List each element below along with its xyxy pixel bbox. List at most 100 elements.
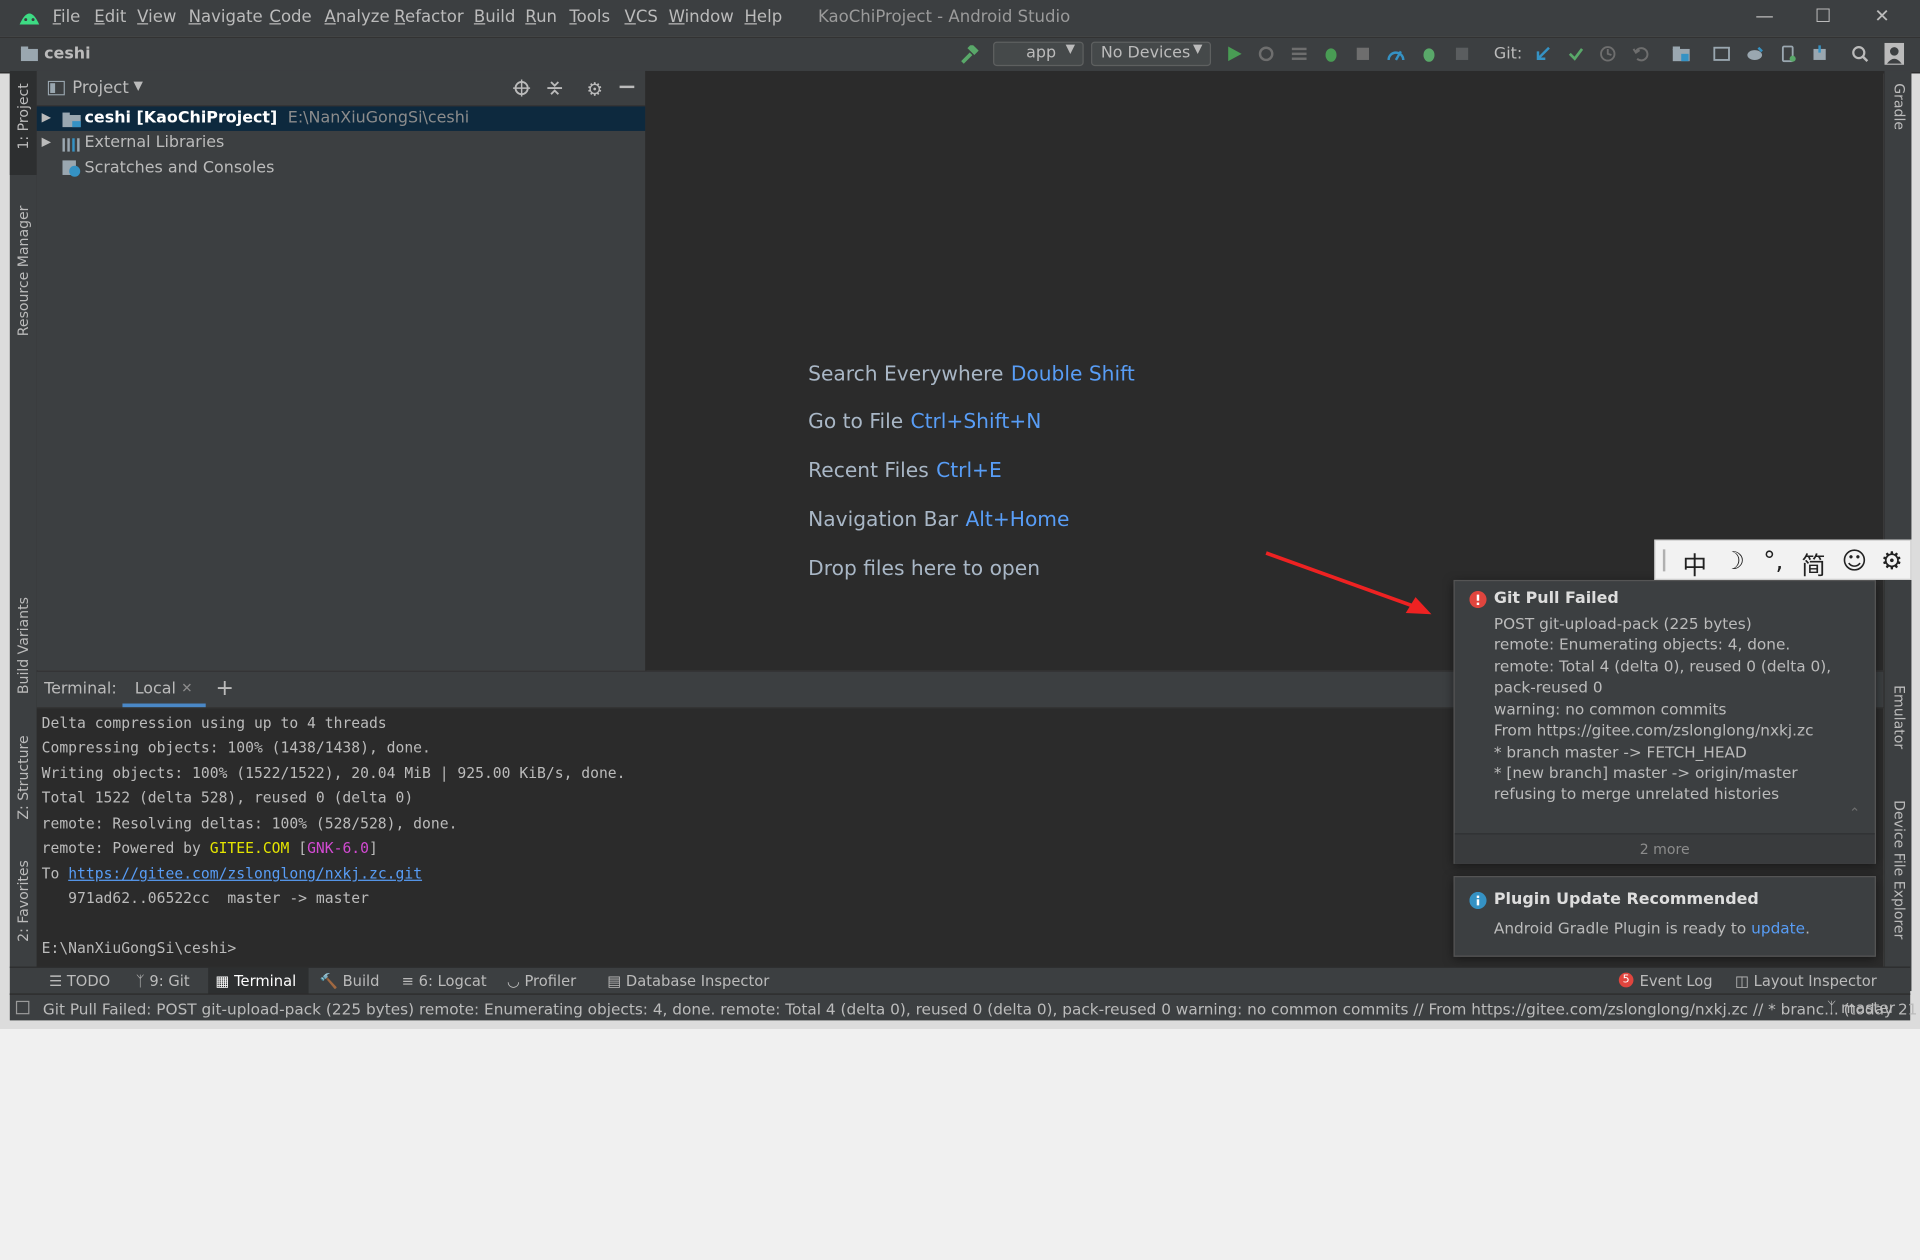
device-manager-icon[interactable] bbox=[1779, 45, 1796, 63]
tool-event-log[interactable]: Event Log bbox=[1640, 973, 1713, 990]
collapse-all-icon[interactable] bbox=[546, 80, 563, 102]
menu-build[interactable]: Build bbox=[474, 7, 516, 27]
more-label: 2 more bbox=[1639, 840, 1690, 858]
menu-navigate[interactable]: Navigate bbox=[189, 7, 263, 27]
more-notifications-bar[interactable]: 2 more bbox=[1454, 833, 1875, 864]
close-icon[interactable]: ✕ bbox=[1858, 5, 1907, 32]
collapse-up-icon[interactable]: ⌃ bbox=[1849, 805, 1860, 821]
terminal-line-to: To https://gitee.com/zslonglong/nxkj.zc.… bbox=[42, 865, 422, 882]
tab-structure[interactable]: Z: Structure bbox=[15, 735, 32, 819]
tab-gradle[interactable]: Gradle bbox=[1891, 83, 1908, 130]
status-message[interactable]: Git Pull Failed: POST git-upload-pack (2… bbox=[43, 1000, 1918, 1018]
tab-device-file-explorer[interactable]: Device File Explorer bbox=[1891, 800, 1908, 939]
tool-layout-inspector[interactable]: ◫ Layout Inspector bbox=[1735, 973, 1877, 990]
menu-edit[interactable]: Edit bbox=[94, 7, 126, 27]
tool-database-inspector[interactable]: ▤ Database Inspector bbox=[607, 973, 769, 990]
expand-arrow-icon[interactable]: ▶ bbox=[42, 131, 51, 155]
toggle-tool-windows-icon[interactable] bbox=[15, 1000, 30, 1015]
update-link[interactable]: update bbox=[1751, 919, 1805, 937]
hide-panel-icon[interactable] bbox=[619, 85, 635, 89]
add-terminal-icon[interactable]: + bbox=[216, 675, 234, 701]
account-icon[interactable] bbox=[1884, 42, 1905, 65]
stop-icon[interactable] bbox=[1453, 45, 1470, 62]
ime-moon-icon[interactable]: ☽ bbox=[1723, 546, 1745, 575]
terminal-line: Writing objects: 100% (1522/1522), 20.04… bbox=[41, 764, 626, 782]
breadcrumb[interactable]: ceshi bbox=[44, 45, 91, 63]
hammer-icon[interactable] bbox=[960, 43, 979, 64]
ime-settings-icon[interactable]: ⚙ bbox=[1881, 546, 1903, 575]
terminal-label: Terminal: bbox=[44, 680, 117, 699]
debug-icon[interactable] bbox=[1322, 45, 1339, 62]
tab-favorites[interactable]: 2: Favorites bbox=[15, 860, 32, 942]
attach-debugger-icon[interactable] bbox=[1354, 45, 1371, 62]
tab-resource-manager[interactable]: Resource Manager bbox=[15, 206, 32, 337]
minimize-icon[interactable]: — bbox=[1740, 5, 1789, 32]
debug-bug-icon[interactable] bbox=[1420, 45, 1437, 62]
search-icon[interactable] bbox=[1851, 45, 1869, 63]
terminal-prompt[interactable]: E:\NanXiuGongSi\ceshi> bbox=[42, 940, 237, 957]
terminal-tab-local[interactable]: Local ✕ bbox=[122, 672, 206, 708]
device-value: No Devices bbox=[1100, 44, 1191, 63]
notification-text: . bbox=[1805, 918, 1810, 938]
avd-manager-icon[interactable] bbox=[1713, 45, 1730, 62]
git-commit-icon[interactable] bbox=[1567, 45, 1584, 62]
git-branch-widget[interactable]: ᛉ master bbox=[1827, 998, 1895, 1016]
project-structure-icon[interactable] bbox=[1672, 45, 1690, 62]
ime-punctuation-toggle[interactable]: °, bbox=[1763, 546, 1783, 575]
tool-profiler[interactable]: ◡ Profiler bbox=[507, 973, 576, 990]
menu-view[interactable]: View bbox=[137, 7, 176, 27]
branch-icon: ᛉ bbox=[1826, 998, 1842, 1017]
tool-terminal[interactable]: ▦ Terminal bbox=[216, 973, 297, 990]
sdk-manager-icon[interactable] bbox=[1811, 45, 1828, 62]
close-tab-icon[interactable]: ✕ bbox=[181, 680, 192, 696]
menu-window[interactable]: Window bbox=[669, 7, 734, 27]
tool-logcat[interactable]: ≡ 6: Logcat bbox=[402, 973, 487, 990]
git-update-icon[interactable] bbox=[1534, 45, 1551, 62]
tree-row-project[interactable]: ▶ ceshi [KaoChiProject] E:\NanXiuGongSi\… bbox=[36, 106, 646, 131]
menu-tools[interactable]: Tools bbox=[569, 7, 610, 27]
tab-emulator[interactable]: Emulator bbox=[1891, 685, 1908, 749]
terminal-url-link[interactable]: https://gitee.com/zslonglong/nxkj.zc.git bbox=[68, 865, 422, 882]
device-select[interactable]: No Devices ▼ bbox=[1091, 41, 1212, 67]
notification-line: warning: no common commits bbox=[1493, 699, 1727, 719]
tree-row-external-libraries[interactable]: ▶ External Libraries bbox=[37, 131, 646, 155]
menu-vcs[interactable]: VCS bbox=[624, 7, 657, 27]
rerun-icon[interactable] bbox=[1258, 45, 1275, 62]
menu-run[interactable]: Run bbox=[525, 7, 557, 27]
git-rollback-icon[interactable] bbox=[1632, 45, 1649, 62]
tool-git[interactable]: ᛉ 9: Git bbox=[136, 973, 190, 990]
ime-emoji-icon[interactable]: ☺ bbox=[1842, 546, 1868, 575]
menu-refactor[interactable]: Refactor bbox=[394, 7, 463, 27]
profile-icon[interactable] bbox=[1387, 45, 1405, 62]
sync-gradle-icon[interactable] bbox=[1746, 45, 1763, 62]
maximize-icon[interactable]: ☐ bbox=[1799, 5, 1848, 32]
menu-code[interactable]: Code bbox=[269, 7, 311, 27]
chevron-down-icon[interactable]: ▼ bbox=[133, 80, 142, 93]
locate-icon[interactable] bbox=[513, 79, 531, 102]
ime-drag-handle[interactable] bbox=[1662, 549, 1666, 572]
git-history-icon[interactable] bbox=[1599, 45, 1616, 62]
run-icon[interactable] bbox=[1226, 45, 1243, 62]
tree-row-scratches[interactable]: Scratches and Consoles bbox=[37, 157, 646, 181]
ime-simplified-toggle[interactable]: 简 bbox=[1801, 546, 1825, 581]
tool-todo[interactable]: ☰ TODO bbox=[49, 973, 110, 990]
tool-label: 9: Git bbox=[149, 972, 190, 990]
tab-project[interactable]: 1: Project bbox=[15, 83, 32, 149]
ime-chinese-toggle[interactable]: 中 bbox=[1682, 546, 1706, 581]
menu-help[interactable]: Help bbox=[744, 7, 782, 27]
tool-build[interactable]: 🔨 Build bbox=[320, 973, 380, 990]
menu-file[interactable]: File bbox=[53, 7, 81, 27]
apply-changes-icon[interactable] bbox=[1291, 45, 1308, 62]
gear-icon[interactable]: ⚙ bbox=[587, 78, 603, 100]
git-pull-failed-notification[interactable]: Git Pull Failed POST git-upload-pack (22… bbox=[1453, 579, 1876, 864]
notification-title: Git Pull Failed bbox=[1493, 589, 1619, 609]
run-config-select[interactable]: app ▼ bbox=[993, 41, 1084, 67]
tab-build-variants[interactable]: Build Variants bbox=[15, 597, 32, 694]
hint-label: Search Everywhere bbox=[808, 362, 1004, 386]
error-icon bbox=[1469, 590, 1487, 613]
plugin-update-notification[interactable]: Plugin Update Recommended Android Gradle… bbox=[1453, 876, 1876, 957]
notification-line: pack-reused 0 bbox=[1493, 677, 1603, 697]
menu-analyze[interactable]: Analyze bbox=[324, 7, 389, 27]
project-view-title[interactable]: Project bbox=[72, 78, 129, 98]
expand-arrow-icon[interactable]: ▶ bbox=[42, 106, 51, 130]
